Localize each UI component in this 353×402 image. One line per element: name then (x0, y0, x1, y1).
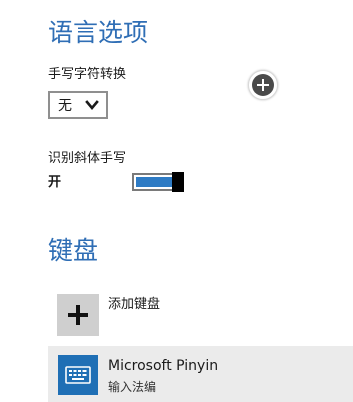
add-keyboard-button[interactable] (57, 294, 99, 336)
keyboard-list-item[interactable]: Microsoft Pinyin 输入法编 (48, 346, 353, 402)
keyboard-subtitle: 输入法编 (108, 380, 157, 394)
italic-recognition-state: 开 (48, 175, 62, 190)
keyboard-icon-tile (58, 355, 98, 395)
toggle-thumb[interactable] (172, 172, 184, 192)
keyboard-icon (65, 366, 91, 384)
keyboard-name: Microsoft Pinyin (108, 358, 219, 374)
handwriting-conversion-label: 手写字符转换 (48, 67, 127, 82)
keyboard-section-title: 键盘 (48, 236, 99, 265)
plus-circle-icon (252, 74, 274, 96)
add-keyboard-label[interactable]: 添加键盘 (108, 298, 160, 311)
language-options-title: 语言选项 (48, 18, 149, 47)
italic-recognition-toggle[interactable] (132, 172, 184, 192)
add-language-option-button[interactable] (248, 70, 278, 100)
dropdown-selected-value: 无 (58, 98, 72, 114)
italic-recognition-label: 识别斜体手写 (48, 151, 127, 166)
plus-icon (68, 305, 88, 325)
toggle-fill (136, 177, 172, 187)
handwriting-conversion-dropdown[interactable]: 无 (48, 91, 108, 119)
chevron-down-icon (85, 100, 99, 111)
